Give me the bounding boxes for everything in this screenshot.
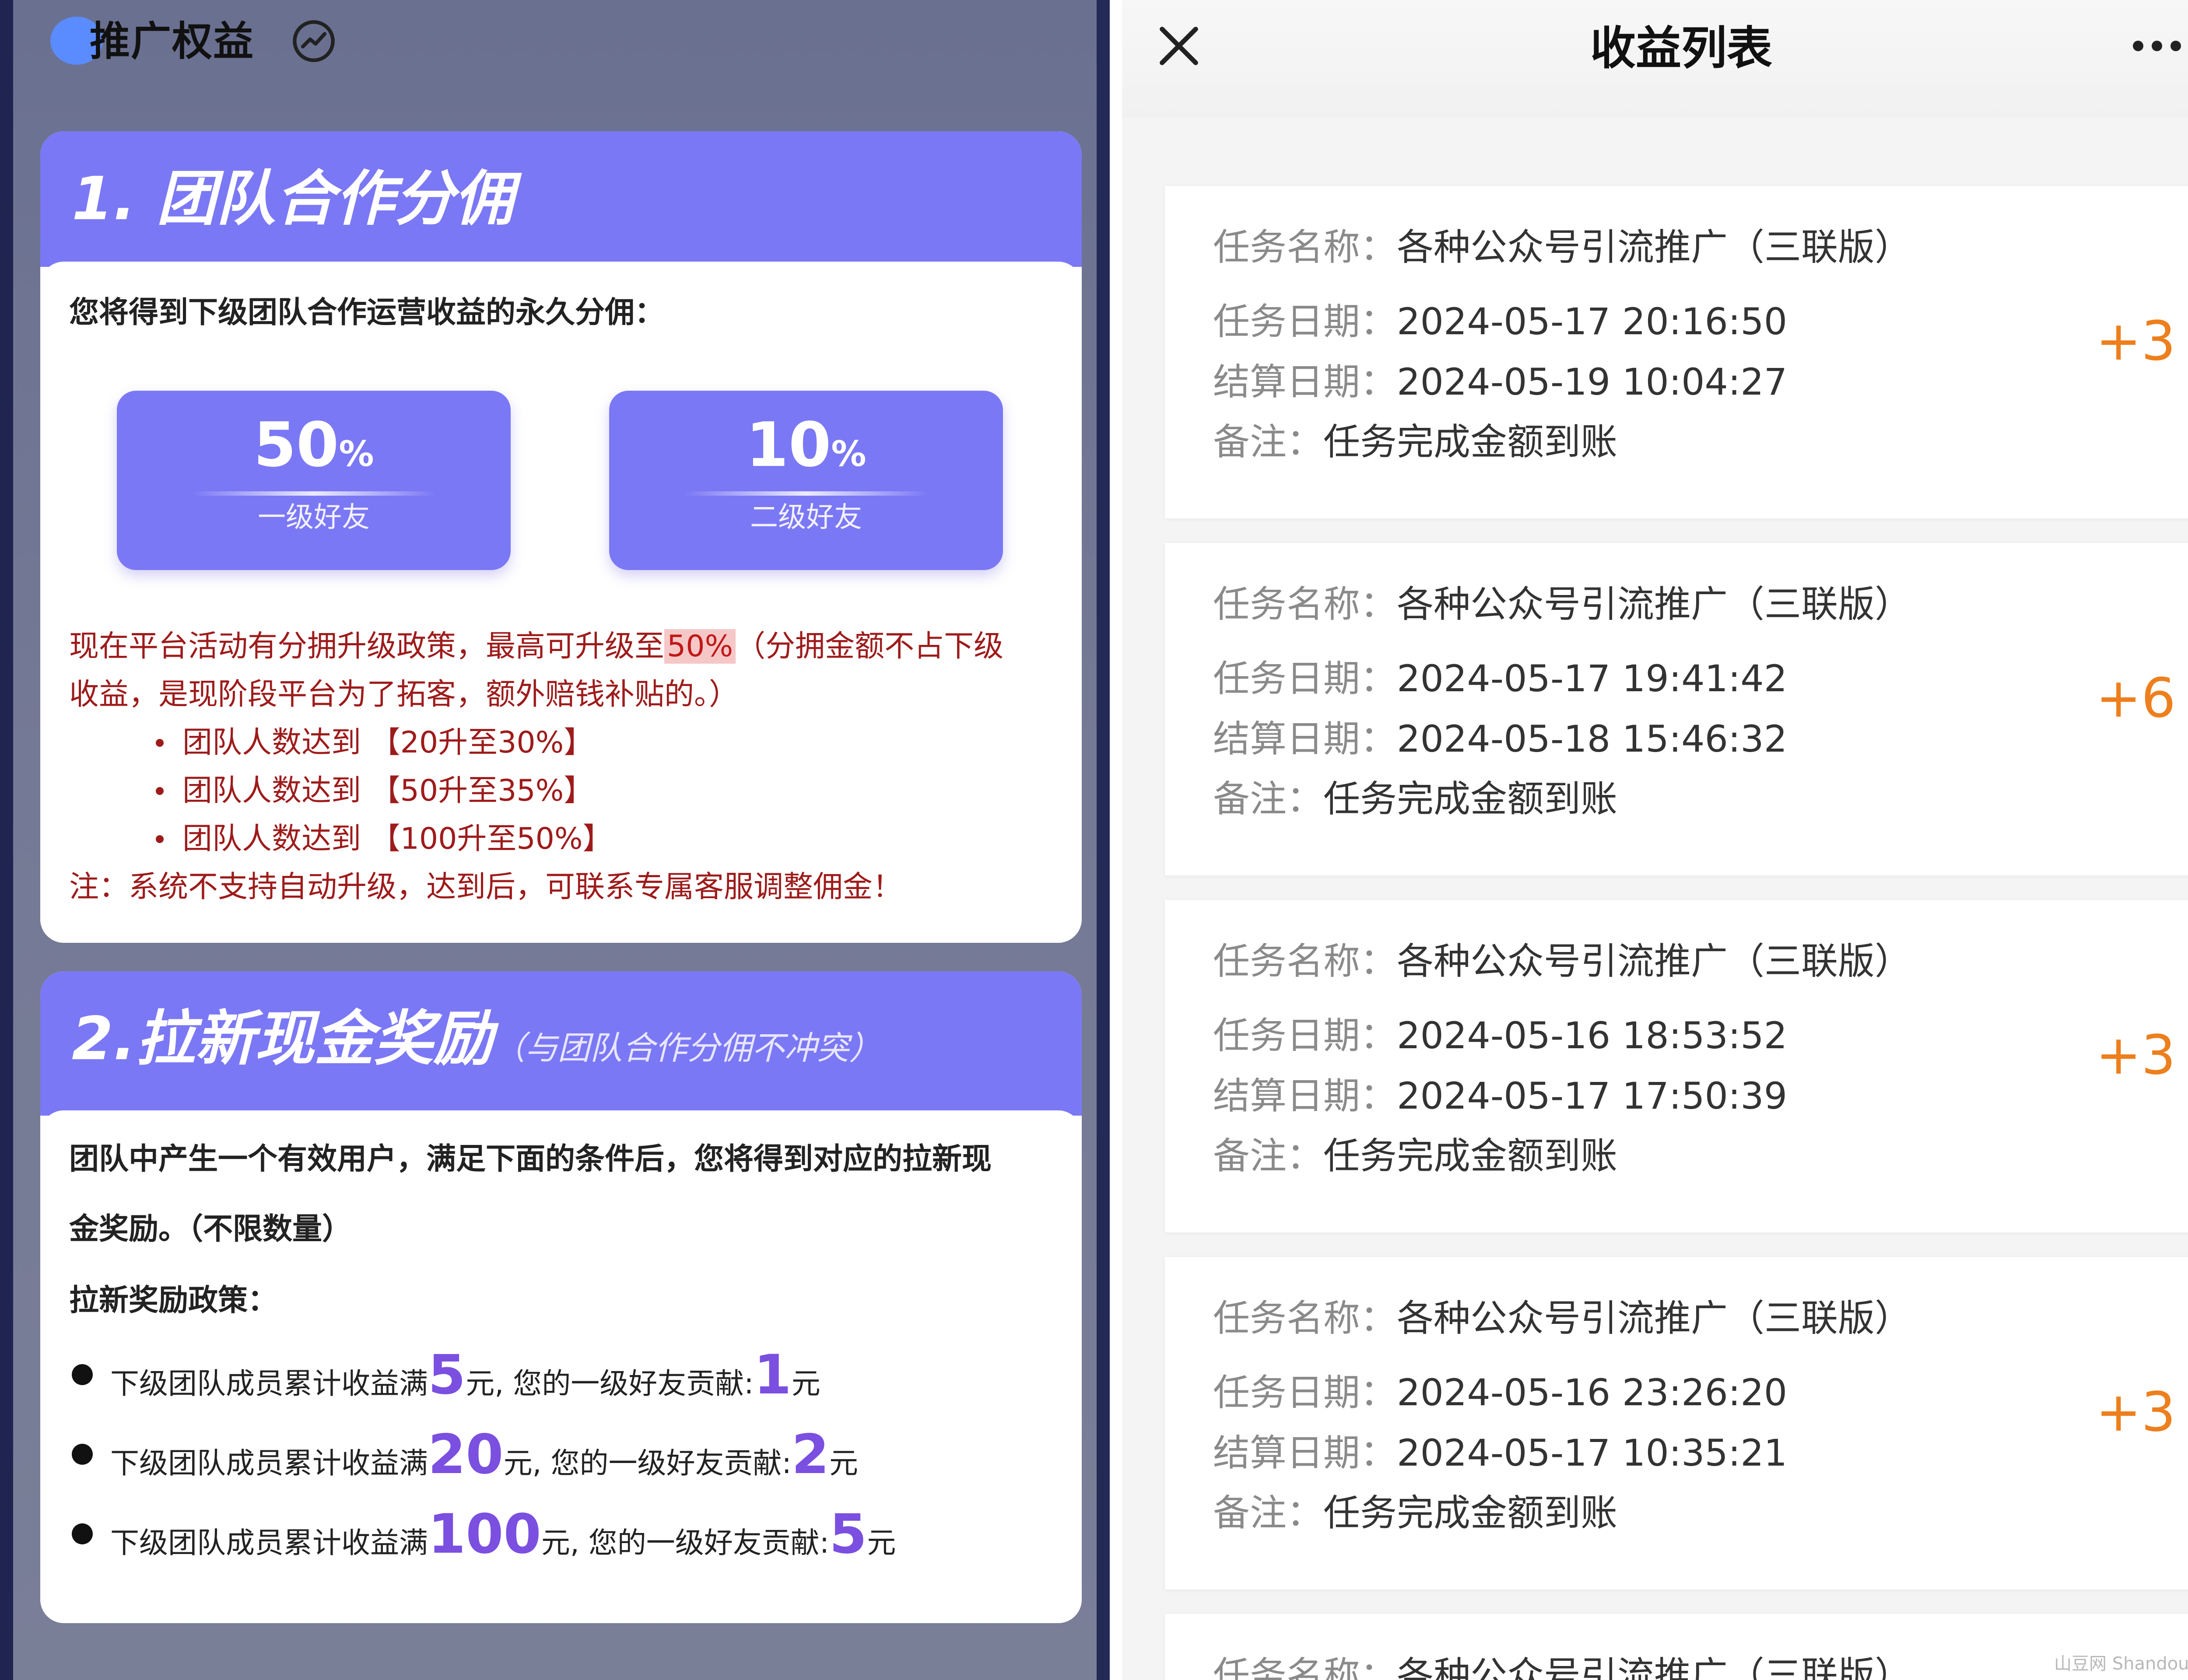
- remark-row: 备注：任务完成金额到账: [1213, 1134, 1618, 1177]
- referral-subtitle: （与团队合作分佣不冲突）: [493, 1029, 882, 1067]
- remark-row: 备注：任务完成金额到账: [1213, 420, 1618, 463]
- level2-stat: 10% 二级好友: [609, 391, 1003, 570]
- bullet-icon: [72, 1523, 93, 1544]
- task-date-row: 任务日期：2024-05-16 18:53:52: [1213, 1014, 1788, 1057]
- commission-card: 1. 团队合作分佣 您将得到下级团队合作运营收益的永久分佣： 50% 一级好友 …: [40, 131, 1082, 943]
- level2-percent: 10%: [746, 410, 866, 481]
- bullet-icon: [156, 787, 164, 795]
- earning-item[interactable]: 任务名称：各种公众号引流推广（三联版） 任务日期：2024-05-17 19:4…: [1165, 543, 2188, 875]
- stat-divider: [192, 491, 436, 496]
- earning-item[interactable]: 任务名称：各种公众号引流推广（三联版） 任务日期：2024-05-17 20:1…: [1165, 186, 2188, 518]
- commission-card-body: 您将得到下级团队合作运营收益的永久分佣： 50% 一级好友 10% 二级好友 现…: [40, 262, 1082, 943]
- panel-edge: [0, 0, 13, 1680]
- task-name-row: 任务名称：各种公众号引流推广（三联版）: [1213, 583, 1912, 626]
- bullet-icon: [156, 739, 164, 747]
- earning-amount: +3: [2096, 310, 2176, 373]
- upgrade-tier-1: 团队人数达到 【20升至30%】: [182, 725, 594, 760]
- level2-label: 二级好友: [750, 501, 862, 534]
- reward-tier-2: 下级团队成员累计收益满20元, 您的一级好友贡献:2元: [110, 1423, 859, 1486]
- level1-stat: 50% 一级好友: [117, 391, 511, 570]
- referral-card-header: 2.拉新现金奖励（与团队合作分佣不冲突）: [40, 971, 1082, 1116]
- remark-row: 备注：任务完成金额到账: [1213, 1491, 1618, 1534]
- referral-card-body: 团队中产生一个有效用户，满足下面的条件后，您将得到对应的拉新现 金奖励。（不限数…: [40, 1110, 1082, 1623]
- panel-edge: [1097, 0, 1110, 1680]
- task-name-row: 任务名称：各种公众号引流推广（三联版）: [1213, 940, 1912, 983]
- referral-title: 2.拉新现金奖励（与团队合作分佣不冲突）: [72, 1004, 882, 1074]
- bullet-icon: [156, 835, 164, 843]
- upgrade-tier-3: 团队人数达到 【100升至50%】: [182, 822, 613, 856]
- upgrade-policy-line1: 现在平台活动有分拥升级政策，最高可升级至50%（分拥金额不占下级: [69, 629, 1004, 664]
- upgrade-policy-line2: 收益，是现阶段平台为了拓客，额外赔钱补贴的。）: [69, 677, 739, 712]
- reward-tier-3: 下级团队成员累计收益满100元, 您的一级好友贡献:5元: [110, 1503, 896, 1566]
- settle-date-row: 结算日期：2024-05-18 15:46:32: [1213, 718, 1788, 760]
- referral-intro-line2: 金奖励。（不限数量）: [69, 1212, 352, 1246]
- more-icon[interactable]: [2128, 26, 2185, 66]
- commission-card-header: 1. 团队合作分佣: [40, 131, 1082, 267]
- page-title: 收益列表: [1590, 21, 1772, 75]
- earning-item[interactable]: 任务名称：各种公众号引流推广（三联版） 任务日期：2024-05-16 23:2…: [1165, 1257, 2188, 1589]
- level1-percent: 50%: [253, 410, 374, 481]
- upgrade-note: 注：系统不支持自动升级，达到后，可联系专属客服调整佣金！: [69, 870, 903, 904]
- earning-amount: +3: [2096, 1024, 2176, 1087]
- earning-amount: +3: [2096, 1381, 2176, 1444]
- trend-icon: [293, 20, 335, 62]
- level1-label: 一级好友: [258, 501, 370, 534]
- task-date-row: 任务日期：2024-05-17 20:16:50: [1213, 300, 1788, 343]
- task-name-row: 任务名称：各种公众号引流推广（三联版）: [1213, 226, 1912, 269]
- page-title: 推广权益: [90, 18, 255, 65]
- bullet-icon: [72, 1364, 93, 1385]
- commission-title: 1. 团队合作分佣: [72, 164, 514, 234]
- max-upgrade-highlight: 50%: [664, 629, 736, 664]
- referral-card: 2.拉新现金奖励（与团队合作分佣不冲突） 团队中产生一个有效用户，满足下面的条件…: [40, 971, 1082, 1623]
- earning-amount: +6: [2096, 667, 2176, 730]
- task-date-row: 任务日期：2024-05-16 23:26:20: [1213, 1371, 1788, 1414]
- watermark: 山豆网 Shandou.net: [2054, 1654, 2188, 1674]
- task-name-row: 任务名称：各种公众号引流推广（三联版）: [1213, 1654, 1912, 1680]
- task-date-row: 任务日期：2024-05-17 19:41:42: [1213, 657, 1788, 700]
- settle-date-row: 结算日期：2024-05-17 10:35:21: [1213, 1432, 1788, 1474]
- stat-divider: [684, 491, 928, 496]
- promotion-benefits-panel: 推广权益 1. 团队合作分佣 您将得到下级团队合作运营收益的永久分佣： 50% …: [0, 0, 1110, 1680]
- settle-date-row: 结算日期：2024-05-17 17:50:39: [1213, 1074, 1788, 1117]
- reward-tier-1: 下级团队成员累计收益满5元, 您的一级好友贡献:1元: [110, 1344, 820, 1407]
- earning-item[interactable]: 任务名称：各种公众号引流推广（三联版） 任务日期：2024-05-16 18:5…: [1165, 900, 2188, 1232]
- task-name-row: 任务名称：各种公众号引流推广（三联版）: [1213, 1297, 1912, 1340]
- settle-date-row: 结算日期：2024-05-19 10:04:27: [1213, 360, 1788, 403]
- bullet-icon: [72, 1444, 93, 1465]
- remark-row: 备注：任务完成金额到账: [1213, 777, 1618, 820]
- commission-intro: 您将得到下级团队合作运营收益的永久分佣：: [69, 295, 665, 330]
- earnings-list-panel: 收益列表 任务名称：各种公众号引流推广（三联版） 任务日期：2024-05-17…: [1122, 0, 2188, 1680]
- earning-item[interactable]: 任务名称：各种公众号引流推广（三联版）: [1165, 1614, 2188, 1680]
- referral-intro-line1: 团队中产生一个有效用户，满足下面的条件后，您将得到对应的拉新现: [69, 1142, 992, 1176]
- upgrade-tier-2: 团队人数达到 【50升至35%】: [182, 774, 594, 808]
- referral-policy-title: 拉新奖励政策：: [69, 1283, 278, 1318]
